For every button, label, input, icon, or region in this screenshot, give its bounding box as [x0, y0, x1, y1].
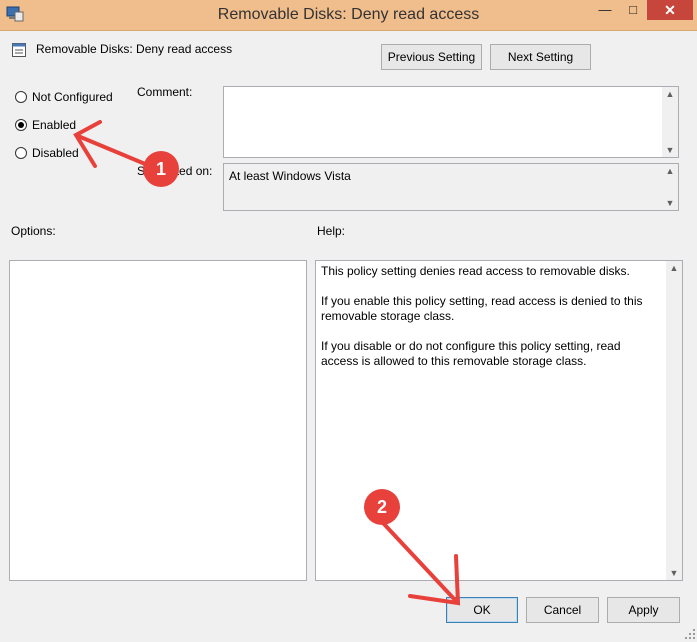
comment-field[interactable]: ▲ ▼ [223, 86, 679, 158]
scroll-down-icon[interactable]: ▼ [662, 145, 678, 155]
next-setting-button[interactable]: Next Setting [490, 44, 591, 70]
cancel-button[interactable]: Cancel [526, 597, 599, 623]
annotation-badge-2: 2 [364, 489, 400, 525]
supported-on-scrollbar[interactable]: ▲ ▼ [662, 164, 678, 210]
scroll-up-icon[interactable]: ▲ [662, 166, 678, 176]
resize-grip-icon[interactable] [684, 628, 696, 640]
help-pane: This policy setting denies read access t… [315, 260, 683, 581]
comment-scrollbar[interactable]: ▲ ▼ [662, 87, 678, 157]
annotation-badge-1: 1 [143, 151, 179, 187]
disabled-radio[interactable] [15, 147, 27, 159]
scroll-down-icon[interactable]: ▼ [662, 198, 678, 208]
enabled-radio[interactable] [15, 119, 27, 131]
policy-name: Removable Disks: Deny read access [36, 42, 233, 56]
options-label: Options: [11, 224, 56, 238]
not-configured-label[interactable]: Not Configured [32, 90, 113, 104]
minimize-button[interactable]: — [591, 0, 619, 20]
help-paragraph: This policy setting denies read access t… [321, 264, 630, 278]
not-configured-radio[interactable] [15, 91, 27, 103]
enabled-label[interactable]: Enabled [32, 118, 76, 132]
annotation-arrow-1 [73, 120, 152, 168]
previous-setting-button[interactable]: Previous Setting [381, 44, 482, 70]
scroll-up-icon[interactable]: ▲ [662, 89, 678, 99]
scroll-up-icon[interactable]: ▲ [666, 263, 682, 273]
scroll-down-icon[interactable]: ▼ [666, 568, 682, 578]
apply-button[interactable]: Apply [607, 597, 680, 623]
supported-on-field: At least Windows Vista ▲ ▼ [223, 163, 679, 211]
help-text: This policy setting denies read access t… [321, 264, 661, 384]
supported-on-value: At least Windows Vista [229, 169, 351, 183]
policy-setting-icon [12, 43, 26, 57]
options-pane [9, 260, 307, 581]
help-paragraph: If you disable or do not configure this … [321, 339, 621, 368]
maximize-icon: □ [629, 2, 637, 17]
close-button[interactable]: ✕ [647, 0, 693, 20]
disabled-label[interactable]: Disabled [32, 146, 79, 160]
help-scrollbar[interactable]: ▲ ▼ [666, 261, 682, 580]
help-label: Help: [317, 224, 346, 238]
ok-button[interactable]: OK [446, 597, 518, 623]
comment-label: Comment: [137, 85, 193, 99]
minimize-icon: — [598, 2, 612, 17]
help-paragraph: If you enable this policy setting, read … [321, 294, 643, 323]
maximize-button[interactable]: □ [619, 0, 647, 20]
close-icon: ✕ [664, 2, 676, 18]
